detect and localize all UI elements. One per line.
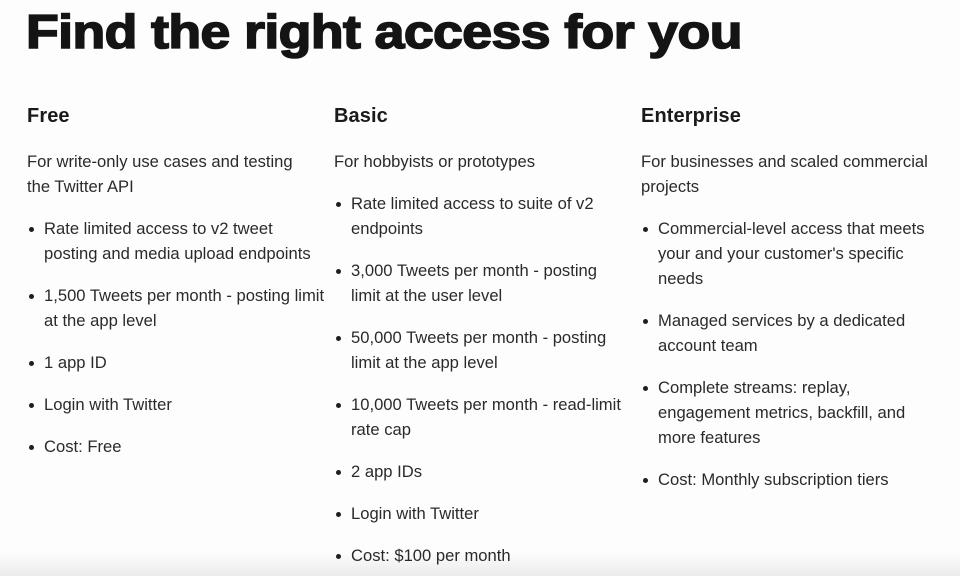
tier-heading: Free	[27, 105, 70, 127]
feature-text: Managed services by a dedicated account …	[658, 311, 906, 355]
bullet-icon	[29, 445, 34, 450]
feature-item: 3,000 Tweets per month - posting limit a…	[334, 258, 623, 308]
feature-text: Complete streams: replay, engagement met…	[658, 378, 906, 447]
bullet-icon	[643, 319, 648, 324]
feature-list: Rate limited access to v2 tweet posting …	[27, 216, 324, 459]
tier-heading: Basic	[334, 105, 388, 127]
feature-text: 50,000 Tweets per month - posting limit …	[351, 328, 607, 372]
feature-item: 10,000 Tweets per month - read-limit rat…	[334, 392, 623, 442]
feature-text: Cost: $100 per month	[351, 546, 511, 565]
bullet-icon	[643, 386, 648, 391]
tier-free: Free For write-only use cases and testin…	[27, 100, 324, 476]
bullet-icon	[336, 269, 341, 274]
feature-item: Rate limited access to suite of v2 endpo…	[334, 191, 623, 241]
tier-description: For hobbyists or prototypes	[334, 152, 536, 171]
tier-heading: Enterprise	[641, 105, 741, 127]
bullet-icon	[29, 294, 34, 299]
feature-text: Commercial-level access that meets your …	[658, 219, 925, 288]
feature-text: 10,000 Tweets per month - read-limit rat…	[351, 395, 621, 439]
feature-item: Complete streams: replay, engagement met…	[641, 375, 928, 450]
feature-item: Rate limited access to v2 tweet posting …	[27, 216, 329, 266]
feature-text: Cost: Free	[44, 437, 122, 456]
feature-text: 1,500 Tweets per month - posting limit a…	[44, 286, 325, 330]
bullet-icon	[336, 470, 341, 475]
feature-item: Login with Twitter	[334, 501, 623, 526]
tier-basic: Basic For hobbyists or prototypes Rate l…	[334, 100, 624, 585]
feature-list: Rate limited access to suite of v2 endpo…	[334, 191, 624, 568]
bullet-icon	[643, 478, 648, 483]
feature-item: Commercial-level access that meets your …	[641, 216, 928, 291]
page-title: Find the right access for you	[25, 4, 743, 59]
bullet-icon	[336, 403, 341, 408]
feature-text: Login with Twitter	[44, 395, 172, 414]
feature-item: Cost: Monthly subscription tiers	[641, 467, 928, 492]
feature-text: Cost: Monthly subscription tiers	[658, 470, 889, 489]
feature-item: Login with Twitter	[27, 392, 329, 417]
feature-item: Cost: $100 per month	[334, 543, 623, 568]
feature-item: 1,500 Tweets per month - posting limit a…	[27, 283, 329, 333]
feature-text: 2 app IDs	[351, 462, 423, 481]
bullet-icon	[29, 361, 34, 366]
bullet-icon	[336, 554, 341, 559]
feature-text: 1 app ID	[44, 353, 107, 372]
feature-item: 50,000 Tweets per month - posting limit …	[334, 325, 623, 375]
bullet-icon	[336, 512, 341, 517]
feature-text: Rate limited access to v2 tweet posting …	[44, 219, 311, 263]
feature-item: Managed services by a dedicated account …	[641, 308, 928, 358]
feature-list: Commercial-level access that meets your …	[641, 216, 931, 492]
feature-item: Cost: Free	[27, 434, 329, 459]
feature-item: 2 app IDs	[334, 459, 623, 484]
tier-description: For businesses and scaled commercial pro…	[641, 152, 928, 196]
bullet-icon	[29, 227, 34, 232]
bullet-icon	[336, 202, 341, 207]
bullet-icon	[643, 227, 648, 232]
feature-text: 3,000 Tweets per month - posting limit a…	[351, 261, 597, 305]
tier-description: For write-only use cases and testing the…	[27, 152, 293, 196]
feature-text: Login with Twitter	[351, 504, 479, 523]
tier-enterprise: Enterprise For businesses and scaled com…	[641, 100, 931, 509]
feature-text: Rate limited access to suite of v2 endpo…	[351, 194, 594, 238]
bullet-icon	[29, 403, 34, 408]
feature-item: 1 app ID	[27, 350, 329, 375]
bullet-icon	[336, 336, 341, 341]
